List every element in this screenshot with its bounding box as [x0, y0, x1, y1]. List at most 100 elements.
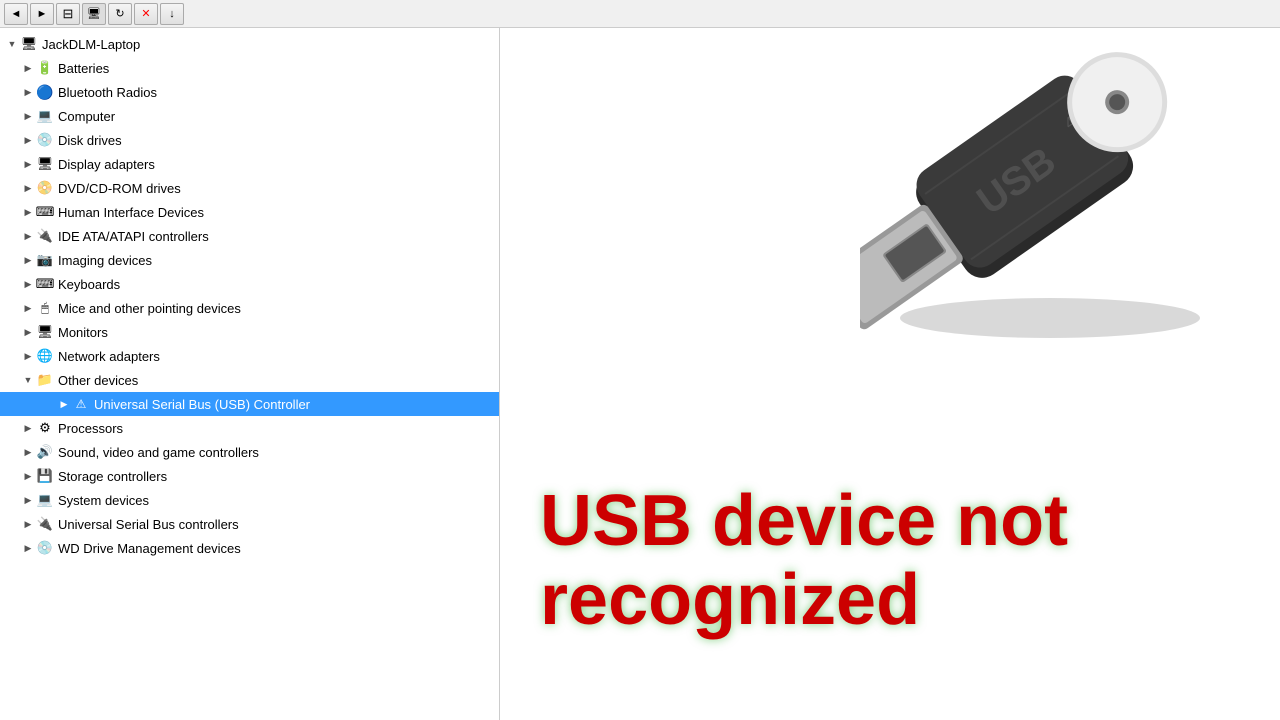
usb-image: USB 4GB [860, 38, 1240, 358]
ide-icon: 🔌 [36, 227, 54, 245]
tree-item-network[interactable]: ▶ 🌐 Network adapters [0, 344, 499, 368]
toolbar: ◄ ► ⊟ 🖥 ↻ ✕ ↓ [0, 0, 1280, 28]
tree-item-monitors[interactable]: ▶ 🖥 Monitors [0, 320, 499, 344]
bluetooth-icon: 🔵 [36, 83, 54, 101]
toolbar-scan[interactable]: ↓ [160, 3, 184, 25]
tree-item-disk[interactable]: ▶ 💿 Disk drives [0, 128, 499, 152]
disk-icon: 💿 [36, 131, 54, 149]
tree-item-system[interactable]: ▶ 💻 System devices [0, 488, 499, 512]
wd-label: WD Drive Management devices [58, 541, 241, 556]
system-label: System devices [58, 493, 149, 508]
toolbar-properties[interactable]: 🖥 [82, 3, 106, 25]
usb-bus-icon: 🔌 [36, 515, 54, 533]
disk-expander[interactable]: ▶ [20, 132, 36, 148]
wd-icon: 💿 [36, 539, 54, 557]
usb-bus-label: Universal Serial Bus controllers [58, 517, 239, 532]
mice-label: Mice and other pointing devices [58, 301, 241, 316]
imaging-label: Imaging devices [58, 253, 152, 268]
bluetooth-expander[interactable]: ▶ [20, 84, 36, 100]
network-icon: 🌐 [36, 347, 54, 365]
toolbar-collapse[interactable]: ⊟ [56, 3, 80, 25]
usb-ctrl-expander[interactable]: ▶ [56, 396, 72, 412]
storage-expander[interactable]: ▶ [20, 468, 36, 484]
mice-expander[interactable]: ▶ [20, 300, 36, 316]
usb-bus-expander[interactable]: ▶ [20, 516, 36, 532]
tree-item-wd[interactable]: ▶ 💿 WD Drive Management devices [0, 536, 499, 560]
mice-icon: 🖱 [36, 299, 54, 317]
disk-label: Disk drives [58, 133, 122, 148]
system-icon: 💻 [36, 491, 54, 509]
dvd-expander[interactable]: ▶ [20, 180, 36, 196]
processors-icon: ⚙ [36, 419, 54, 437]
main-content: ▼ 🖥 JackDLM-Laptop ▶ 🔋 Batteries ▶ 🔵 Blu… [0, 28, 1280, 720]
sound-expander[interactable]: ▶ [20, 444, 36, 460]
tree-item-imaging[interactable]: ▶ 📷 Imaging devices [0, 248, 499, 272]
root-label: JackDLM-Laptop [42, 37, 140, 52]
monitors-label: Monitors [58, 325, 108, 340]
other-label: Other devices [58, 373, 138, 388]
hid-label: Human Interface Devices [58, 205, 204, 220]
tree-item-keyboards[interactable]: ▶ ⌨ Keyboards [0, 272, 499, 296]
network-expander[interactable]: ▶ [20, 348, 36, 364]
storage-icon: 💾 [36, 467, 54, 485]
monitors-expander[interactable]: ▶ [20, 324, 36, 340]
error-message: USB device not recognized [540, 482, 1260, 640]
display-label: Display adapters [58, 157, 155, 172]
device-tree-panel[interactable]: ▼ 🖥 JackDLM-Laptop ▶ 🔋 Batteries ▶ 🔵 Blu… [0, 28, 500, 720]
toolbar-back[interactable]: ◄ [4, 3, 28, 25]
keyboards-label: Keyboards [58, 277, 120, 292]
tree-item-batteries[interactable]: ▶ 🔋 Batteries [0, 56, 499, 80]
imaging-expander[interactable]: ▶ [20, 252, 36, 268]
usb-ctrl-label: Universal Serial Bus (USB) Controller [94, 397, 310, 412]
system-expander[interactable]: ▶ [20, 492, 36, 508]
tree-item-storage[interactable]: ▶ 💾 Storage controllers [0, 464, 499, 488]
root-expander[interactable]: ▼ [4, 36, 20, 52]
tree-item-processors[interactable]: ▶ ⚙ Processors [0, 416, 499, 440]
dvd-label: DVD/CD-ROM drives [58, 181, 181, 196]
tree-item-bluetooth[interactable]: ▶ 🔵 Bluetooth Radios [0, 80, 499, 104]
ide-label: IDE ATA/ATAPI controllers [58, 229, 209, 244]
other-expander[interactable]: ▼ [20, 372, 36, 388]
tree-item-display[interactable]: ▶ 🖥 Display adapters [0, 152, 499, 176]
toolbar-update[interactable]: ↻ [108, 3, 132, 25]
computer-icon: 💻 [36, 107, 54, 125]
tree-item-mice[interactable]: ▶ 🖱 Mice and other pointing devices [0, 296, 499, 320]
hid-expander[interactable]: ▶ [20, 204, 36, 220]
ide-expander[interactable]: ▶ [20, 228, 36, 244]
tree-item-other[interactable]: ▼ 📁 Other devices [0, 368, 499, 392]
tree-item-usb-ctrl[interactable]: ▶ ⚠ Universal Serial Bus (USB) Controlle… [0, 392, 499, 416]
keyboards-expander[interactable]: ▶ [20, 276, 36, 292]
imaging-icon: 📷 [36, 251, 54, 269]
wd-expander[interactable]: ▶ [20, 540, 36, 556]
root-icon: 🖥 [20, 35, 38, 53]
processors-label: Processors [58, 421, 123, 436]
usb-drive-svg: USB 4GB [860, 38, 1240, 358]
monitors-icon: 🖥 [36, 323, 54, 341]
hid-icon: ⌨ [36, 203, 54, 221]
sound-icon: 🔊 [36, 443, 54, 461]
toolbar-forward[interactable]: ► [30, 3, 54, 25]
usb-ctrl-warning-icon: ⚠ [72, 395, 90, 413]
computer-label: Computer [58, 109, 115, 124]
tree-item-usb-bus[interactable]: ▶ 🔌 Universal Serial Bus controllers [0, 512, 499, 536]
sound-label: Sound, video and game controllers [58, 445, 259, 460]
right-panel: USB 4GB [500, 28, 1280, 720]
computer-expander[interactable]: ▶ [20, 108, 36, 124]
batteries-icon: 🔋 [36, 59, 54, 77]
tree-item-dvd[interactable]: ▶ 📀 DVD/CD-ROM drives [0, 176, 499, 200]
tree-item-hid[interactable]: ▶ ⌨ Human Interface Devices [0, 200, 499, 224]
bluetooth-label: Bluetooth Radios [58, 85, 157, 100]
display-icon: 🖥 [36, 155, 54, 173]
processors-expander[interactable]: ▶ [20, 420, 36, 436]
batteries-expander[interactable]: ▶ [20, 60, 36, 76]
tree-root[interactable]: ▼ 🖥 JackDLM-Laptop [0, 32, 499, 56]
error-text-content: USB device not recognized [540, 481, 1068, 640]
network-label: Network adapters [58, 349, 160, 364]
other-icon: 📁 [36, 371, 54, 389]
tree-item-ide[interactable]: ▶ 🔌 IDE ATA/ATAPI controllers [0, 224, 499, 248]
tree-item-sound[interactable]: ▶ 🔊 Sound, video and game controllers [0, 440, 499, 464]
display-expander[interactable]: ▶ [20, 156, 36, 172]
toolbar-uninstall[interactable]: ✕ [134, 3, 158, 25]
tree-item-computer[interactable]: ▶ 💻 Computer [0, 104, 499, 128]
storage-label: Storage controllers [58, 469, 167, 484]
